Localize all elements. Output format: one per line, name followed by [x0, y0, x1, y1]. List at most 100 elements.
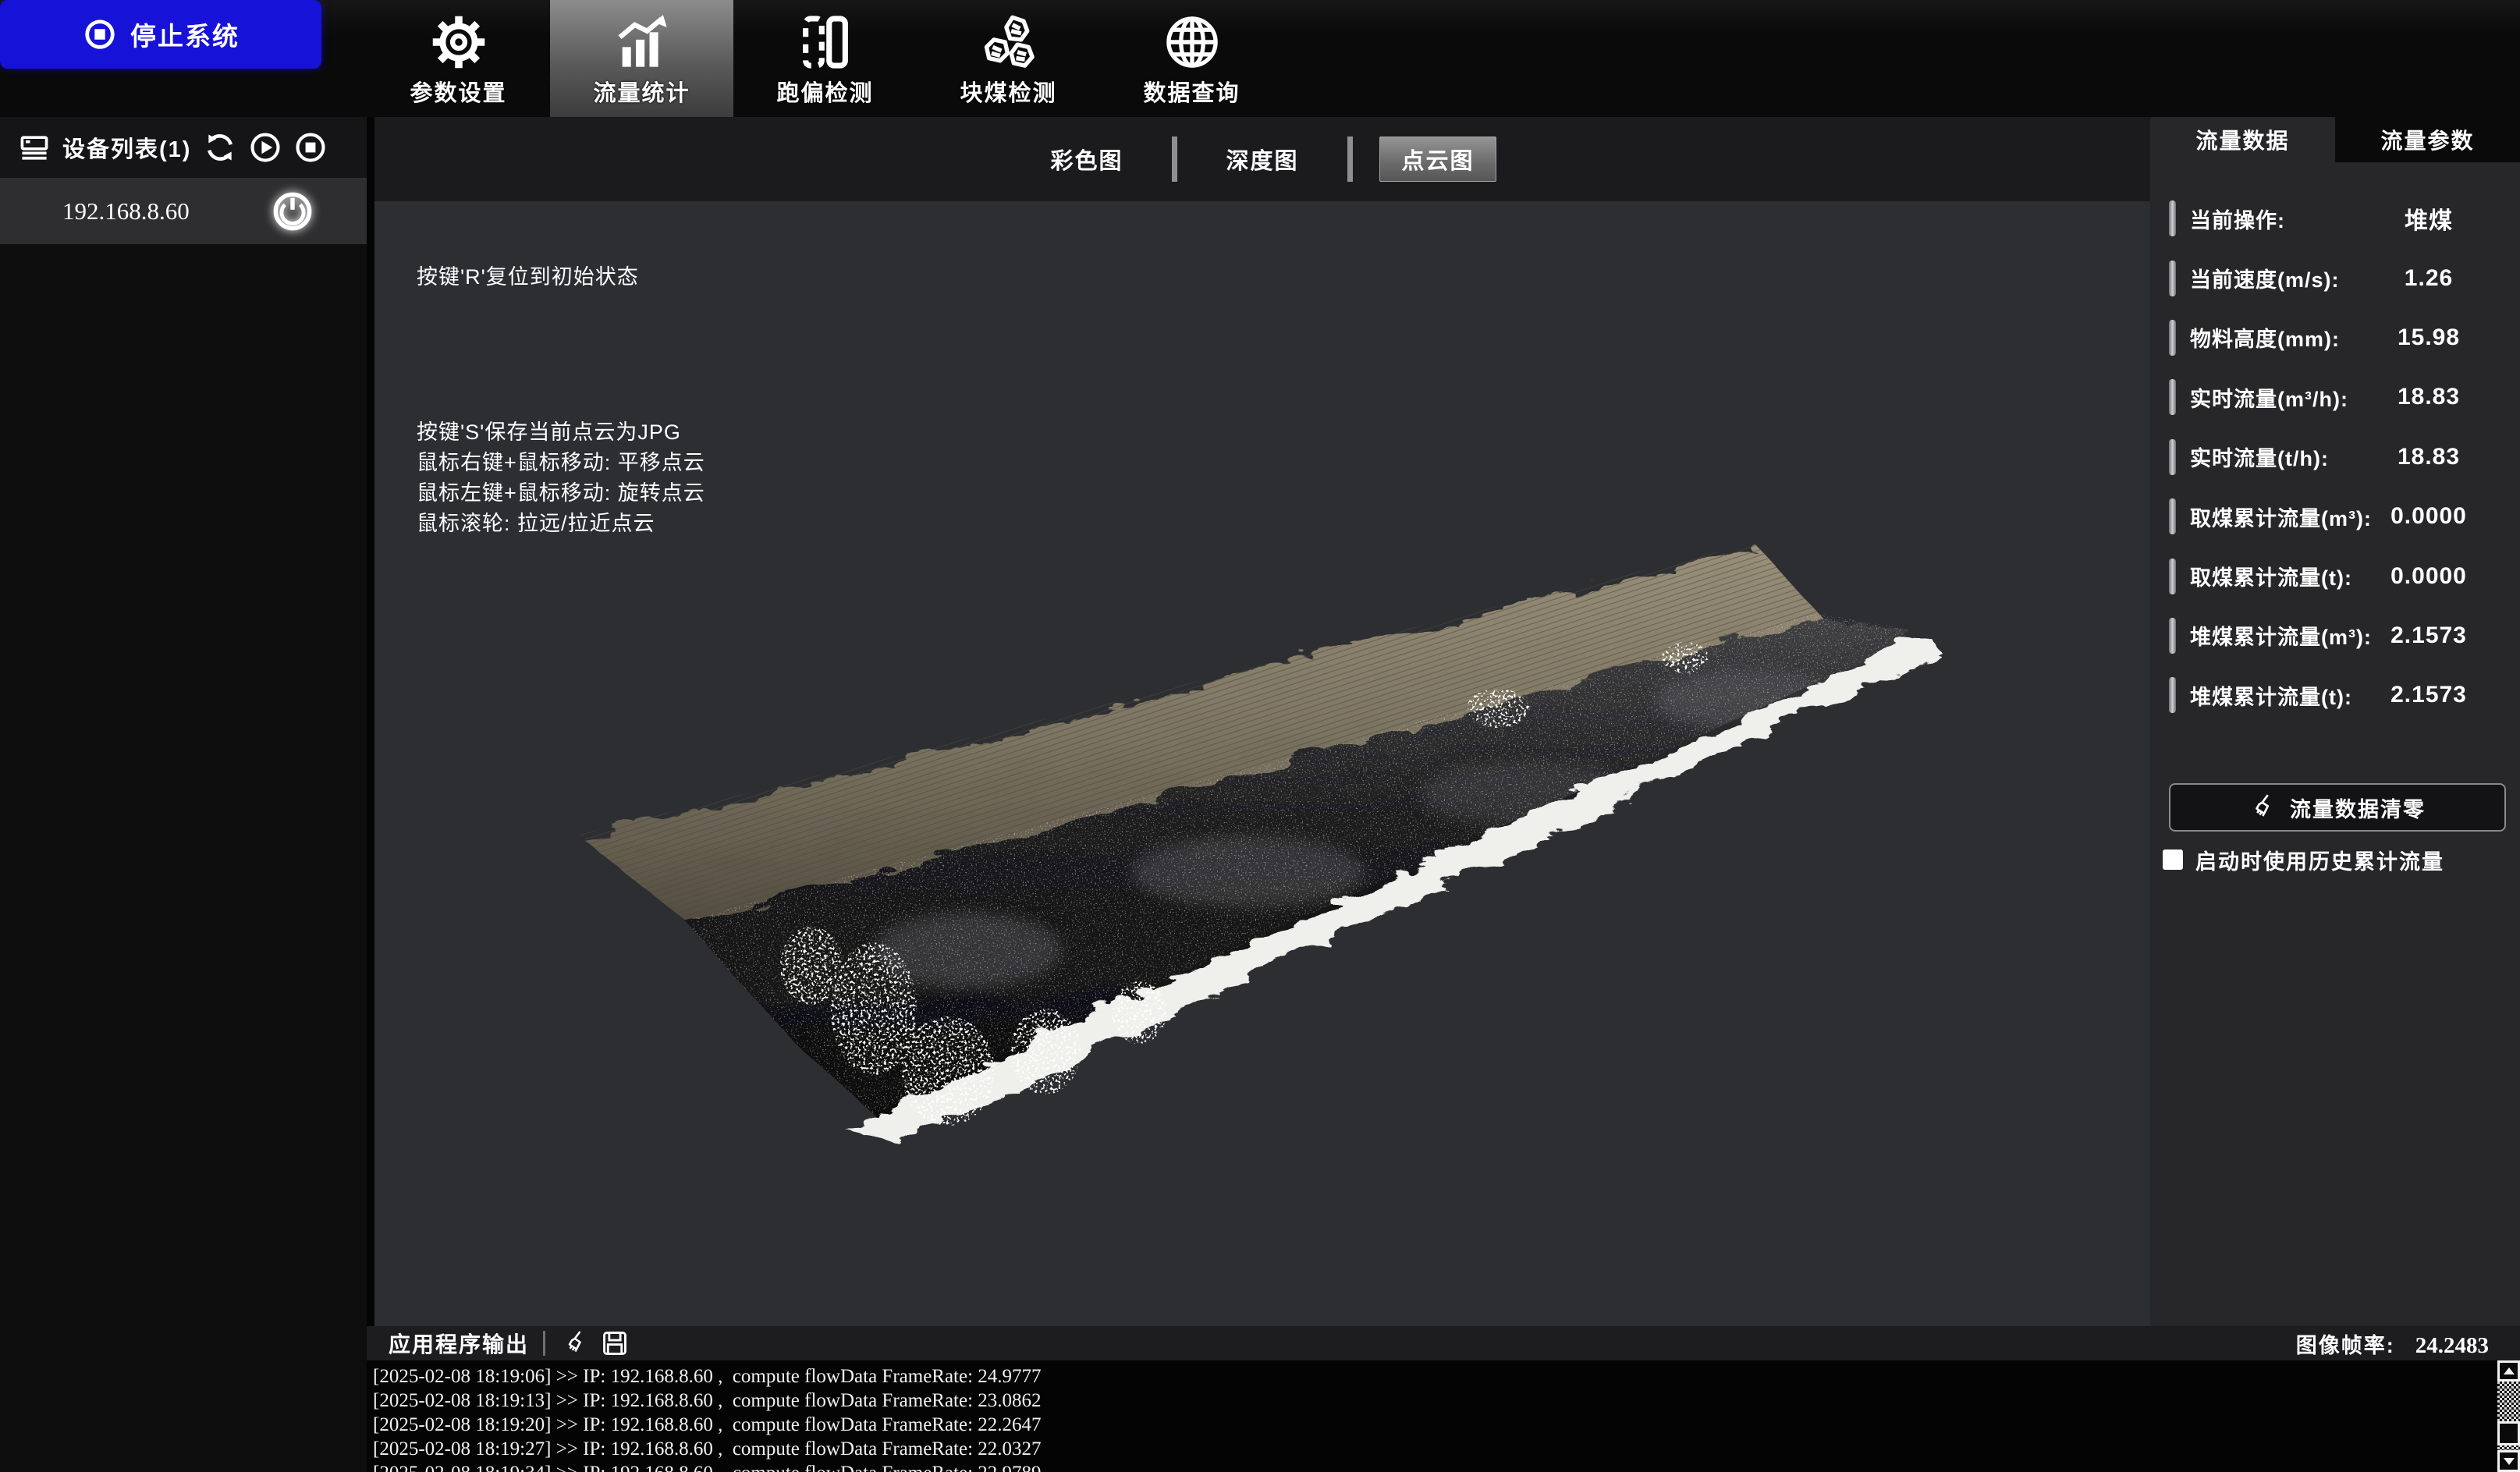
start-device-icon[interactable] [248, 130, 282, 165]
view-mode-tabbar: 彩色图 深度图 点云图 [374, 117, 2150, 201]
nav-label: 块煤检测 [960, 75, 1056, 108]
row-indicator-bar [2169, 320, 2176, 356]
clear-flow-data-button[interactable]: 流量数据清零 [2169, 783, 2506, 832]
scrollbar-thumb[interactable] [2497, 1421, 2520, 1445]
viewport-hint-line: 鼠标左键+鼠标移动: 旋转点云 [417, 478, 705, 509]
flow-data-row: 实时流量(m³/h): 18.83 [2169, 367, 2509, 427]
row-label: 堆煤累计流量(m³): [2190, 620, 2372, 651]
gear-icon [428, 11, 490, 73]
row-indicator-bar [2169, 559, 2176, 594]
row-value: 0.0000 [2356, 563, 2501, 590]
device-row[interactable]: 192.168.8.60 [0, 178, 367, 244]
viewport-hints: 按键'S'保存当前点云为JPG鼠标右键+鼠标移动: 平移点云鼠标左键+鼠标移动:… [417, 326, 705, 539]
nav-label: 流量统计 [593, 75, 690, 108]
row-value: 2.1573 [2356, 622, 2501, 649]
tab-flow-data[interactable]: 流量数据 [2150, 117, 2335, 162]
row-indicator-bar [2169, 379, 2176, 415]
app-window: 参数设置 流量统计 跑偏检测 [0, 0, 2520, 1472]
row-value: 2.1573 [2356, 682, 2501, 708]
nav-label: 跑偏检测 [776, 75, 873, 108]
scroll-up-button[interactable] [2497, 1360, 2520, 1382]
stop-device-icon[interactable] [293, 130, 328, 165]
viewport-hint-line: 按键'S'保存当前点云为JPG [417, 417, 705, 448]
device-list-header: 设备列表(1) [0, 117, 367, 178]
log-line: [2025-02-08 18:19:06] >> IP: 192.168.8.6… [367, 1364, 2520, 1389]
row-indicator-bar [2169, 200, 2176, 236]
bar-chart-icon [611, 11, 673, 73]
row-value: 0.0000 [2356, 503, 2501, 530]
row-value: 18.83 [2356, 384, 2501, 410]
device-list-body [0, 244, 367, 1472]
clear-log-broom-icon[interactable] [563, 1329, 591, 1357]
tab-flow-params[interactable]: 流量参数 [2335, 117, 2520, 162]
arrow-down-icon [2504, 1458, 2515, 1465]
scroll-down-button[interactable] [2497, 1450, 2520, 1472]
device-ip: 192.168.8.60 [62, 197, 190, 225]
framerate-label: 图像帧率: [2296, 1328, 2395, 1359]
checkbox-unchecked[interactable] [2163, 850, 2183, 870]
stop-system-button[interactable]: 停止系统 [0, 0, 321, 69]
nav-coal-lump-detect[interactable]: 块煤检测 [917, 0, 1100, 117]
row-label: 实时流量(m³/h): [2190, 382, 2348, 413]
row-value: 18.83 [2356, 444, 2501, 470]
row-indicator-bar [2169, 677, 2176, 713]
flow-data-row: 取煤累计流量(m³): 0.0000 [2169, 487, 2509, 546]
nav-label: 数据查询 [1143, 75, 1240, 108]
image-framerate: 图像帧率: 24.2483 [2296, 1328, 2489, 1359]
row-label: 当前操作: [2190, 204, 2285, 234]
flow-data-row: 取煤累计流量(t): 0.0000 [2169, 546, 2509, 605]
row-label: 取煤累计流量(t): [2190, 561, 2352, 591]
flow-panel-tabbar: 流量数据 流量参数 [2150, 117, 2520, 162]
tab-depth-image[interactable]: 深度图 [1204, 137, 1321, 182]
nav-label: 参数设置 [410, 75, 506, 108]
row-value: 15.98 [2356, 325, 2501, 351]
flow-data-row: 实时流量(t/h): 18.83 [2169, 427, 2509, 487]
log-output[interactable]: [2025-02-08 18:19:06] >> IP: 192.168.8.6… [367, 1360, 2520, 1472]
coal-lumps-icon [978, 11, 1040, 73]
nav-data-query[interactable]: 数据查询 [1100, 0, 1283, 117]
tab-separator [1347, 137, 1353, 182]
history-flow-checkbox-row[interactable]: 启动时使用历史累计流量 [2163, 841, 2444, 878]
row-indicator-bar [2169, 618, 2176, 654]
nav-param-settings[interactable]: 参数设置 [367, 0, 550, 117]
belt-deviation-icon [794, 11, 857, 73]
log-header: 应用程序输出 图像帧率: 24.2483 [367, 1326, 2520, 1360]
framerate-value: 24.2483 [2415, 1333, 2489, 1359]
log-scrollbar[interactable] [2497, 1360, 2520, 1472]
checkbox-label: 启动时使用历史累计流量 [2195, 845, 2444, 875]
row-label: 实时流量(t/h): [2190, 442, 2329, 472]
row-label: 当前速度(m/s): [2190, 263, 2340, 293]
nav-deviation-detect[interactable]: 跑偏检测 [733, 0, 917, 117]
log-line: [2025-02-08 18:19:20] >> IP: 192.168.8.6… [367, 1413, 2520, 1437]
row-indicator-bar [2169, 498, 2176, 534]
stop-system-label: 停止系统 [130, 16, 240, 53]
row-label: 物料高度(mm): [2190, 322, 2340, 353]
log-line: [2025-02-08 18:19:27] >> IP: 192.168.8.6… [367, 1437, 2520, 1461]
row-indicator-bar [2169, 439, 2176, 475]
device-list-icon [17, 130, 51, 165]
flow-data-rows: 当前操作: 堆煤 当前速度(m/s): 1.26 物料高度(mm): 15.98 [2169, 189, 2509, 725]
refresh-devices-icon[interactable] [203, 130, 237, 165]
viewport-hint-reset: 按键'R'复位到初始状态 [417, 262, 639, 293]
globe-icon [1161, 11, 1223, 73]
nav-flow-statistics[interactable]: 流量统计 [550, 0, 733, 117]
row-indicator-bar [2169, 261, 2176, 296]
viewport-hint-line: 鼠标右键+鼠标移动: 平移点云 [417, 448, 705, 478]
tab-color-image[interactable]: 彩色图 [1028, 137, 1145, 182]
flow-data-row: 当前速度(m/s): 1.26 [2169, 248, 2509, 307]
broom-icon [2249, 793, 2279, 822]
viewport-hint-line: 鼠标滚轮: 拉远/拉近点云 [417, 509, 705, 539]
flow-data-row: 物料高度(mm): 15.98 [2169, 308, 2509, 367]
flow-data-row: 堆煤累计流量(t): 2.1573 [2169, 665, 2509, 725]
log-title: 应用程序输出 [389, 1328, 529, 1359]
flow-data-row: 堆煤累计流量(m³): 2.1573 [2169, 606, 2509, 665]
point-cloud-viewport[interactable]: 按键'R'复位到初始状态 按键'S'保存当前点云为JPG鼠标右键+鼠标移动: 平… [374, 201, 2150, 1326]
clear-button-label: 流量数据清零 [2290, 793, 2426, 823]
flow-panel: 流量数据 流量参数 当前操作: 堆煤 当前速度(m/s): 1.26 [2150, 117, 2520, 1326]
save-log-icon[interactable] [600, 1328, 630, 1358]
device-list-title: 设备列表(1) [62, 131, 191, 164]
power-icon[interactable] [272, 191, 313, 232]
tab-point-cloud[interactable]: 点云图 [1379, 137, 1496, 182]
stop-circle-icon [82, 16, 118, 52]
tab-separator [1172, 137, 1177, 182]
